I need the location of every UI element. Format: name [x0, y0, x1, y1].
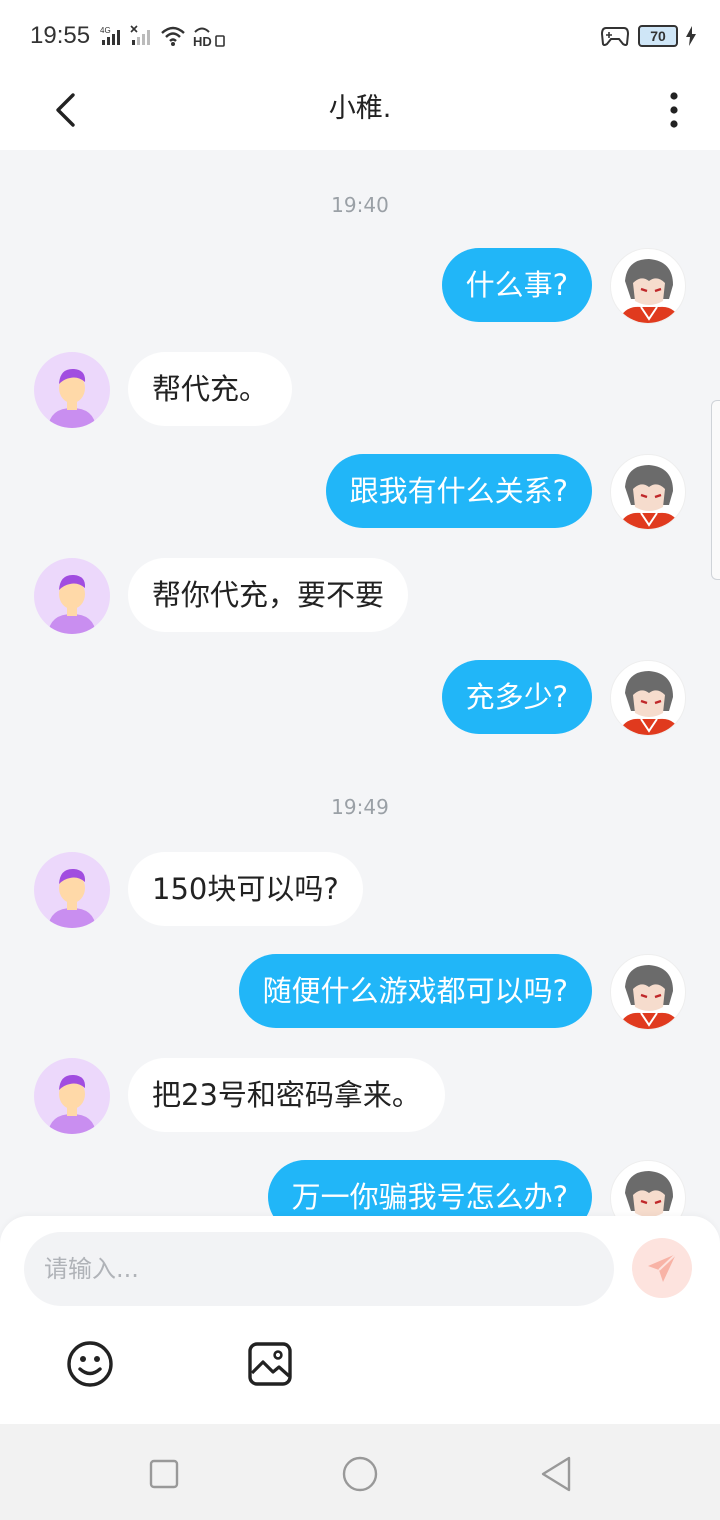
more-vertical-icon	[670, 92, 678, 128]
square-icon	[149, 1459, 179, 1489]
anime-character-avatar-icon	[617, 671, 681, 735]
triangle-left-icon	[541, 1456, 571, 1492]
person-avatar-icon	[48, 368, 96, 428]
avatar-self[interactable]	[610, 660, 686, 736]
chat-area[interactable]: 19:40 什么事? 帮代充。 跟我有什么关系? 帮你代充，要不要 充多少? 1…	[0, 150, 720, 1216]
message-composer	[0, 1216, 720, 1424]
more-options-button[interactable]	[654, 80, 694, 140]
chat-header: 小稚.	[0, 72, 720, 150]
avatar-self[interactable]	[610, 454, 686, 530]
message-bubble-sent[interactable]: 跟我有什么关系?	[325, 454, 592, 528]
message-bubble-received[interactable]: 150块可以吗?	[128, 852, 363, 926]
game-controller-icon	[600, 27, 630, 46]
system-navigation-bar	[0, 1424, 720, 1520]
svg-text:4G: 4G	[100, 26, 111, 35]
avatar-contact[interactable]	[34, 852, 110, 928]
smiley-icon	[67, 1341, 113, 1387]
message-input[interactable]	[24, 1232, 614, 1306]
person-avatar-icon	[48, 1074, 96, 1134]
message-bubble-sent[interactable]: 随便什么游戏都可以吗?	[238, 954, 592, 1028]
message-bubble-sent[interactable]: 万一你骗我号怎么办?	[267, 1160, 592, 1216]
nav-back-button[interactable]	[536, 1454, 576, 1494]
message-bubble-received[interactable]: 把23号和密码拿来。	[128, 1058, 445, 1132]
avatar-self[interactable]	[610, 248, 686, 324]
anime-character-avatar-icon	[617, 465, 681, 529]
message-bubble-sent[interactable]: 什么事?	[441, 248, 592, 322]
status-icons-right: 70	[600, 24, 696, 48]
avatar-contact[interactable]	[34, 352, 110, 428]
hd-call-icon: HD	[193, 27, 225, 48]
message-bubble-sent[interactable]: 充多少?	[441, 660, 592, 734]
person-avatar-icon	[48, 574, 96, 634]
circle-icon	[342, 1456, 378, 1492]
home-button[interactable]	[340, 1454, 380, 1494]
person-avatar-icon	[48, 868, 96, 928]
anime-character-avatar-icon	[617, 965, 681, 1029]
avatar-self[interactable]	[610, 954, 686, 1030]
send-button[interactable]	[632, 1238, 692, 1298]
battery-indicator: 70	[638, 25, 678, 47]
signal-4g-icon: 4G	[100, 26, 120, 45]
svg-text:HD: HD	[193, 34, 212, 48]
avatar-contact[interactable]	[34, 558, 110, 634]
timestamp: 19:49	[331, 795, 389, 819]
anime-character-avatar-icon	[625, 1171, 673, 1216]
signal-no-service-icon	[130, 25, 150, 45]
avatar-self[interactable]	[610, 1160, 686, 1216]
avatar-contact[interactable]	[34, 1058, 110, 1134]
status-icons-left: 4G HD	[100, 24, 226, 48]
wifi-icon	[161, 26, 185, 46]
emoji-button[interactable]	[66, 1340, 114, 1388]
image-picker-button[interactable]	[246, 1340, 294, 1388]
side-panel-handle[interactable]	[711, 400, 720, 580]
message-bubble-received[interactable]: 帮代充。	[128, 352, 293, 426]
image-icon	[248, 1342, 292, 1386]
paper-plane-icon	[648, 1253, 677, 1282]
charging-icon	[686, 26, 696, 46]
status-bar: 19:55 4G HD 70	[0, 0, 720, 72]
timestamp: 19:40	[331, 193, 389, 217]
status-time: 19:55	[30, 22, 91, 49]
recent-apps-button[interactable]	[144, 1454, 184, 1494]
message-bubble-received[interactable]: 帮你代充，要不要	[128, 558, 409, 632]
anime-character-avatar-icon	[617, 259, 681, 323]
page-title: 小稚.	[328, 93, 392, 124]
